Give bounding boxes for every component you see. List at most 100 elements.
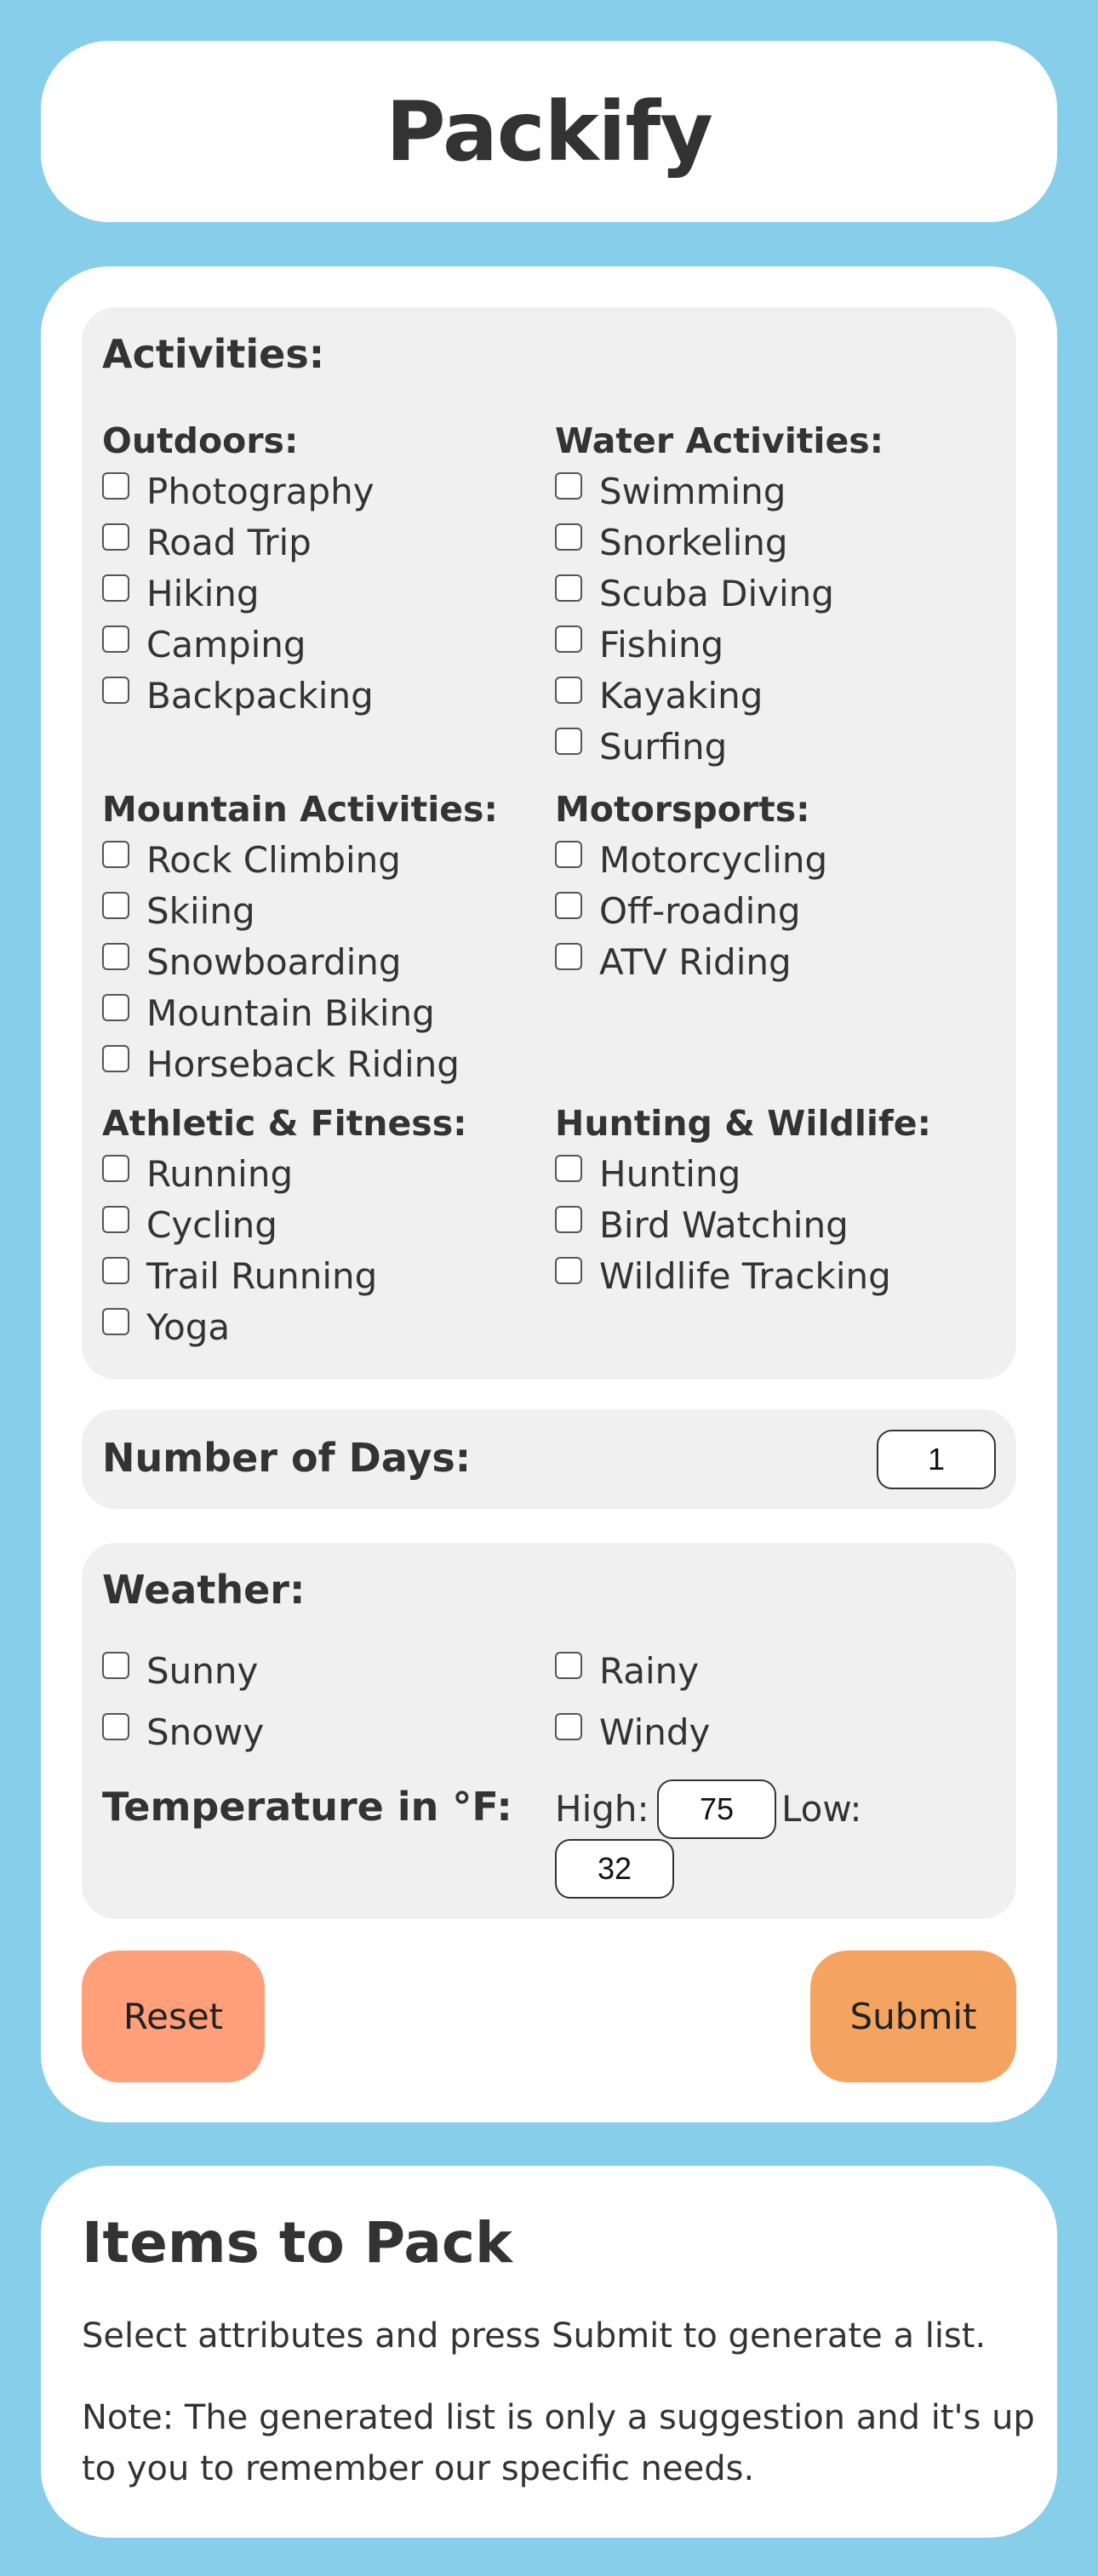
- group-mountain-activities: Mountain Activities: Rock Climbing Skiin…: [102, 785, 545, 1089]
- group-heading-hunting-wildlife: Hunting & Wildlife:: [555, 1103, 932, 1144]
- option-sunny[interactable]: Sunny: [102, 1645, 258, 1696]
- checkbox[interactable]: [555, 1652, 582, 1679]
- group-heading-mountain-activities: Mountain Activities:: [102, 789, 498, 830]
- header-card: Packify: [41, 41, 1057, 222]
- option-label: Photography: [146, 470, 375, 512]
- checkbox[interactable]: [102, 1652, 129, 1679]
- option-snowboarding[interactable]: Snowboarding: [102, 936, 545, 987]
- option-mountain-biking[interactable]: Mountain Biking: [102, 987, 545, 1038]
- option-road-trip[interactable]: Road Trip: [102, 517, 545, 568]
- option-camping[interactable]: Camping: [102, 619, 545, 670]
- option-surfing[interactable]: Surfing: [555, 721, 998, 772]
- option-swimming[interactable]: Swimming: [555, 466, 998, 517]
- checkbox[interactable]: [102, 892, 129, 919]
- checkbox[interactable]: [102, 574, 129, 602]
- checkbox[interactable]: [102, 1155, 129, 1182]
- option-label: Horseback Riding: [146, 1042, 460, 1085]
- option-label: Wildlife Tracking: [599, 1254, 891, 1297]
- high-label: High:: [555, 1788, 649, 1830]
- checkbox[interactable]: [102, 625, 129, 653]
- option-atv-riding[interactable]: ATV Riding: [555, 936, 998, 987]
- option-snowy[interactable]: Snowy: [102, 1706, 264, 1757]
- option-horseback-riding[interactable]: Horseback Riding: [102, 1038, 545, 1089]
- option-label: Cycling: [146, 1203, 277, 1246]
- group-heading-outdoors: Outdoors:: [102, 420, 299, 461]
- option-rock-climbing[interactable]: Rock Climbing: [102, 834, 545, 885]
- group-water-activities: Water Activities: Swimming Snorkeling Sc…: [555, 416, 998, 772]
- option-label: Fishing: [599, 623, 724, 665]
- option-backpacking[interactable]: Backpacking: [102, 670, 545, 721]
- option-label: Sunny: [146, 1649, 259, 1692]
- option-kayaking[interactable]: Kayaking: [555, 670, 998, 721]
- checkbox[interactable]: [102, 523, 129, 551]
- option-cycling[interactable]: Cycling: [102, 1199, 545, 1250]
- checkbox[interactable]: [102, 1713, 129, 1740]
- option-label: Camping: [146, 623, 306, 665]
- checkbox[interactable]: [102, 472, 129, 500]
- packing-form: Activities: Outdoors: Photography Road T…: [41, 266, 1057, 2122]
- checkbox[interactable]: [555, 472, 582, 500]
- weather-options: Sunny Rainy Snowy Windy: [102, 1645, 1004, 1773]
- option-motorcycling[interactable]: Motorcycling: [555, 834, 998, 885]
- option-scuba-diving[interactable]: Scuba Diving: [555, 568, 998, 619]
- results-instruction: Select attributes and press Submit to ge…: [82, 2316, 986, 2356]
- option-yoga[interactable]: Yoga: [102, 1301, 545, 1352]
- option-label: ATV Riding: [599, 940, 792, 983]
- option-hunting[interactable]: Hunting: [555, 1148, 998, 1199]
- option-wildlife-tracking[interactable]: Wildlife Tracking: [555, 1250, 998, 1301]
- checkbox[interactable]: [102, 677, 129, 704]
- option-skiing[interactable]: Skiing: [102, 885, 545, 936]
- option-label: Off-roading: [599, 889, 801, 932]
- checkbox[interactable]: [102, 943, 129, 970]
- option-hiking[interactable]: Hiking: [102, 568, 545, 619]
- checkbox[interactable]: [102, 1257, 129, 1284]
- option-windy[interactable]: Windy: [555, 1706, 710, 1757]
- checkbox[interactable]: [555, 523, 582, 551]
- option-bird-watching[interactable]: Bird Watching: [555, 1199, 998, 1250]
- option-snorkeling[interactable]: Snorkeling: [555, 517, 998, 568]
- checkbox[interactable]: [555, 1206, 582, 1233]
- option-off-roading[interactable]: Off-roading: [555, 885, 998, 936]
- option-label: Rainy: [599, 1649, 700, 1692]
- submit-button[interactable]: Submit: [810, 1951, 1016, 2082]
- results-card: Items to Pack Select attributes and pres…: [41, 2166, 1057, 2538]
- days-panel: Number of Days:: [82, 1409, 1016, 1509]
- checkbox[interactable]: [102, 994, 129, 1021]
- results-title: Items to Pack: [82, 2210, 512, 2276]
- group-heading-water-activities: Water Activities:: [555, 420, 884, 461]
- checkbox[interactable]: [102, 1045, 129, 1072]
- checkbox[interactable]: [555, 1257, 582, 1284]
- option-label: Mountain Biking: [146, 991, 435, 1034]
- option-label: Skiing: [146, 889, 255, 932]
- checkbox[interactable]: [555, 728, 582, 755]
- option-trail-running[interactable]: Trail Running: [102, 1250, 545, 1301]
- option-photography[interactable]: Photography: [102, 466, 545, 517]
- high-temp-input[interactable]: [657, 1779, 776, 1839]
- option-label: Scuba Diving: [599, 572, 834, 614]
- checkbox[interactable]: [555, 892, 582, 919]
- option-fishing[interactable]: Fishing: [555, 619, 998, 670]
- days-input[interactable]: [877, 1430, 996, 1489]
- checkbox[interactable]: [555, 841, 582, 868]
- checkbox[interactable]: [555, 943, 582, 970]
- checkbox[interactable]: [102, 1308, 129, 1335]
- low-temp-input[interactable]: [555, 1839, 674, 1899]
- group-heading-athletic-fitness: Athletic & Fitness:: [102, 1103, 467, 1144]
- activities-panel: Activities: Outdoors: Photography Road T…: [82, 307, 1016, 1379]
- group-athletic-fitness: Athletic & Fitness: Running Cycling Trai…: [102, 1099, 545, 1352]
- option-label: Surfing: [599, 725, 728, 768]
- option-label: Snowy: [146, 1711, 265, 1753]
- checkbox[interactable]: [555, 1713, 582, 1740]
- checkbox[interactable]: [555, 1155, 582, 1182]
- reset-button[interactable]: Reset: [82, 1951, 265, 2082]
- checkbox[interactable]: [102, 841, 129, 868]
- checkbox[interactable]: [102, 1206, 129, 1233]
- option-label: Hunting: [599, 1152, 741, 1195]
- checkbox[interactable]: [555, 677, 582, 704]
- option-running[interactable]: Running: [102, 1148, 545, 1199]
- checkbox[interactable]: [555, 625, 582, 653]
- checkbox[interactable]: [555, 574, 582, 602]
- option-rainy[interactable]: Rainy: [555, 1645, 699, 1696]
- option-label: Trail Running: [146, 1254, 378, 1297]
- group-hunting-wildlife: Hunting & Wildlife: Hunting Bird Watchin…: [555, 1099, 998, 1301]
